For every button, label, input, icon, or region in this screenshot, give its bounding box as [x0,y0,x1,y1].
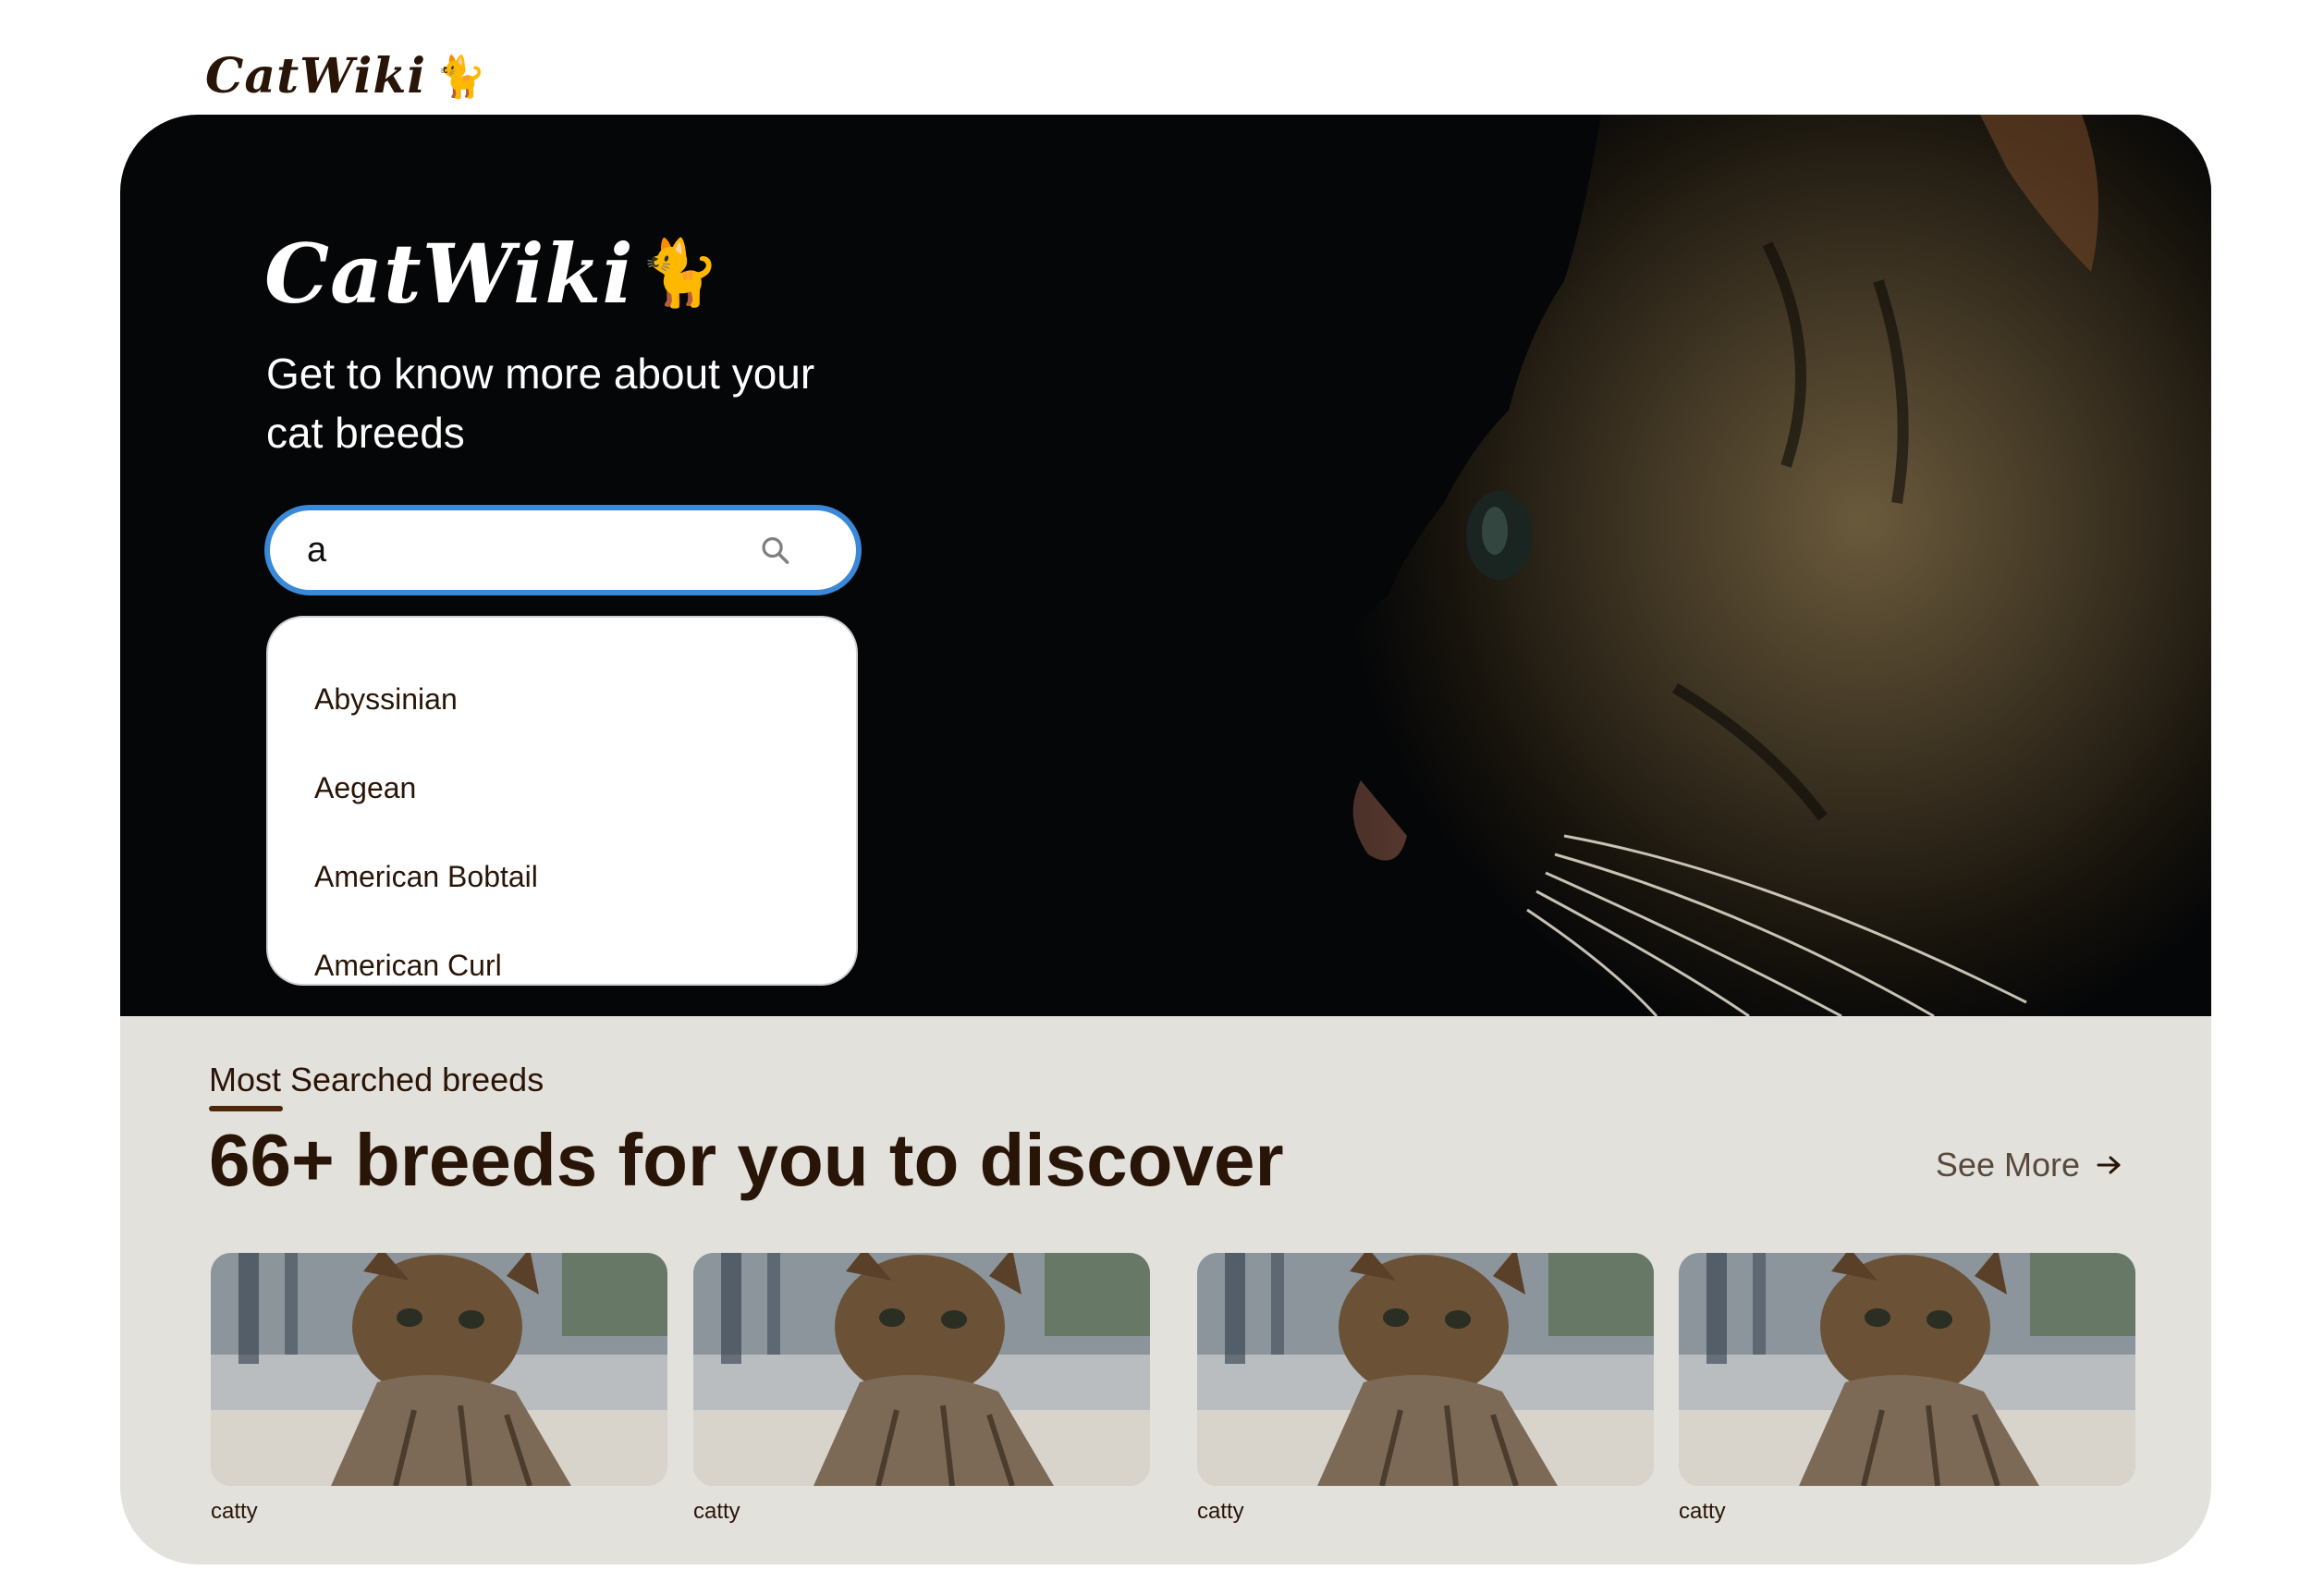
see-more-link[interactable]: See More [1936,1146,2122,1184]
breed-image [693,1253,1150,1486]
breed-card[interactable]: catty [1197,1253,1654,1525]
search-bar[interactable] [264,505,862,595]
breed-name: catty [1197,1499,1244,1524]
main-card: CatWiki 🐈 Get to know more about your ca… [120,115,2211,1564]
search-icon[interactable] [759,530,791,571]
header-logo[interactable]: CatWiki 🐈 [205,48,486,104]
cat-icon: 🐈 [435,54,486,100]
breed-image [211,1253,667,1486]
search-input[interactable] [307,530,759,571]
breed-card[interactable]: catty [1679,1253,2135,1525]
breed-image [1197,1253,1654,1486]
suggestion-item[interactable]: Abyssinian [268,655,856,743]
cat-icon: 🐈 [639,237,720,309]
header-logo-text: CatWiki [205,48,427,104]
breed-card[interactable]: catty [211,1253,667,1525]
hero-section: CatWiki 🐈 Get to know more about your ca… [120,115,2211,1016]
suggestion-item[interactable]: Aegean [268,743,856,832]
breed-name: catty [211,1499,258,1524]
see-more-label: See More [1935,1146,2080,1184]
hero-logo-text: CatWiki [264,226,634,322]
suggestion-item[interactable]: American Bobtail [268,832,856,921]
breed-name: catty [693,1499,740,1524]
breed-image [1679,1253,2135,1486]
breed-card[interactable]: catty [693,1253,1150,1525]
suggestion-item[interactable]: American Curl [268,921,856,984]
section-subheading: Most Searched breeds [209,1061,544,1098]
section-heading: 66+ breeds for you to discover [209,1119,1284,1201]
subheading-underline [209,1106,283,1111]
hero-logo: CatWiki 🐈 [264,226,720,322]
arrow-right-icon [2097,1156,2121,1174]
search-suggestions-dropdown: Abyssinian Aegean American Bobtail Ameri… [266,616,858,986]
hero-cat-image [1009,115,2211,1016]
hero-tagline: Get to know more about your cat breeds [266,350,815,457]
breed-name: catty [1679,1499,1726,1524]
breeds-section: Most Searched breeds 66+ breeds for you … [120,1016,2211,1564]
page: CatWiki 🐈 CatWiki 🐈 Get to know more abo… [0,0,2324,1595]
